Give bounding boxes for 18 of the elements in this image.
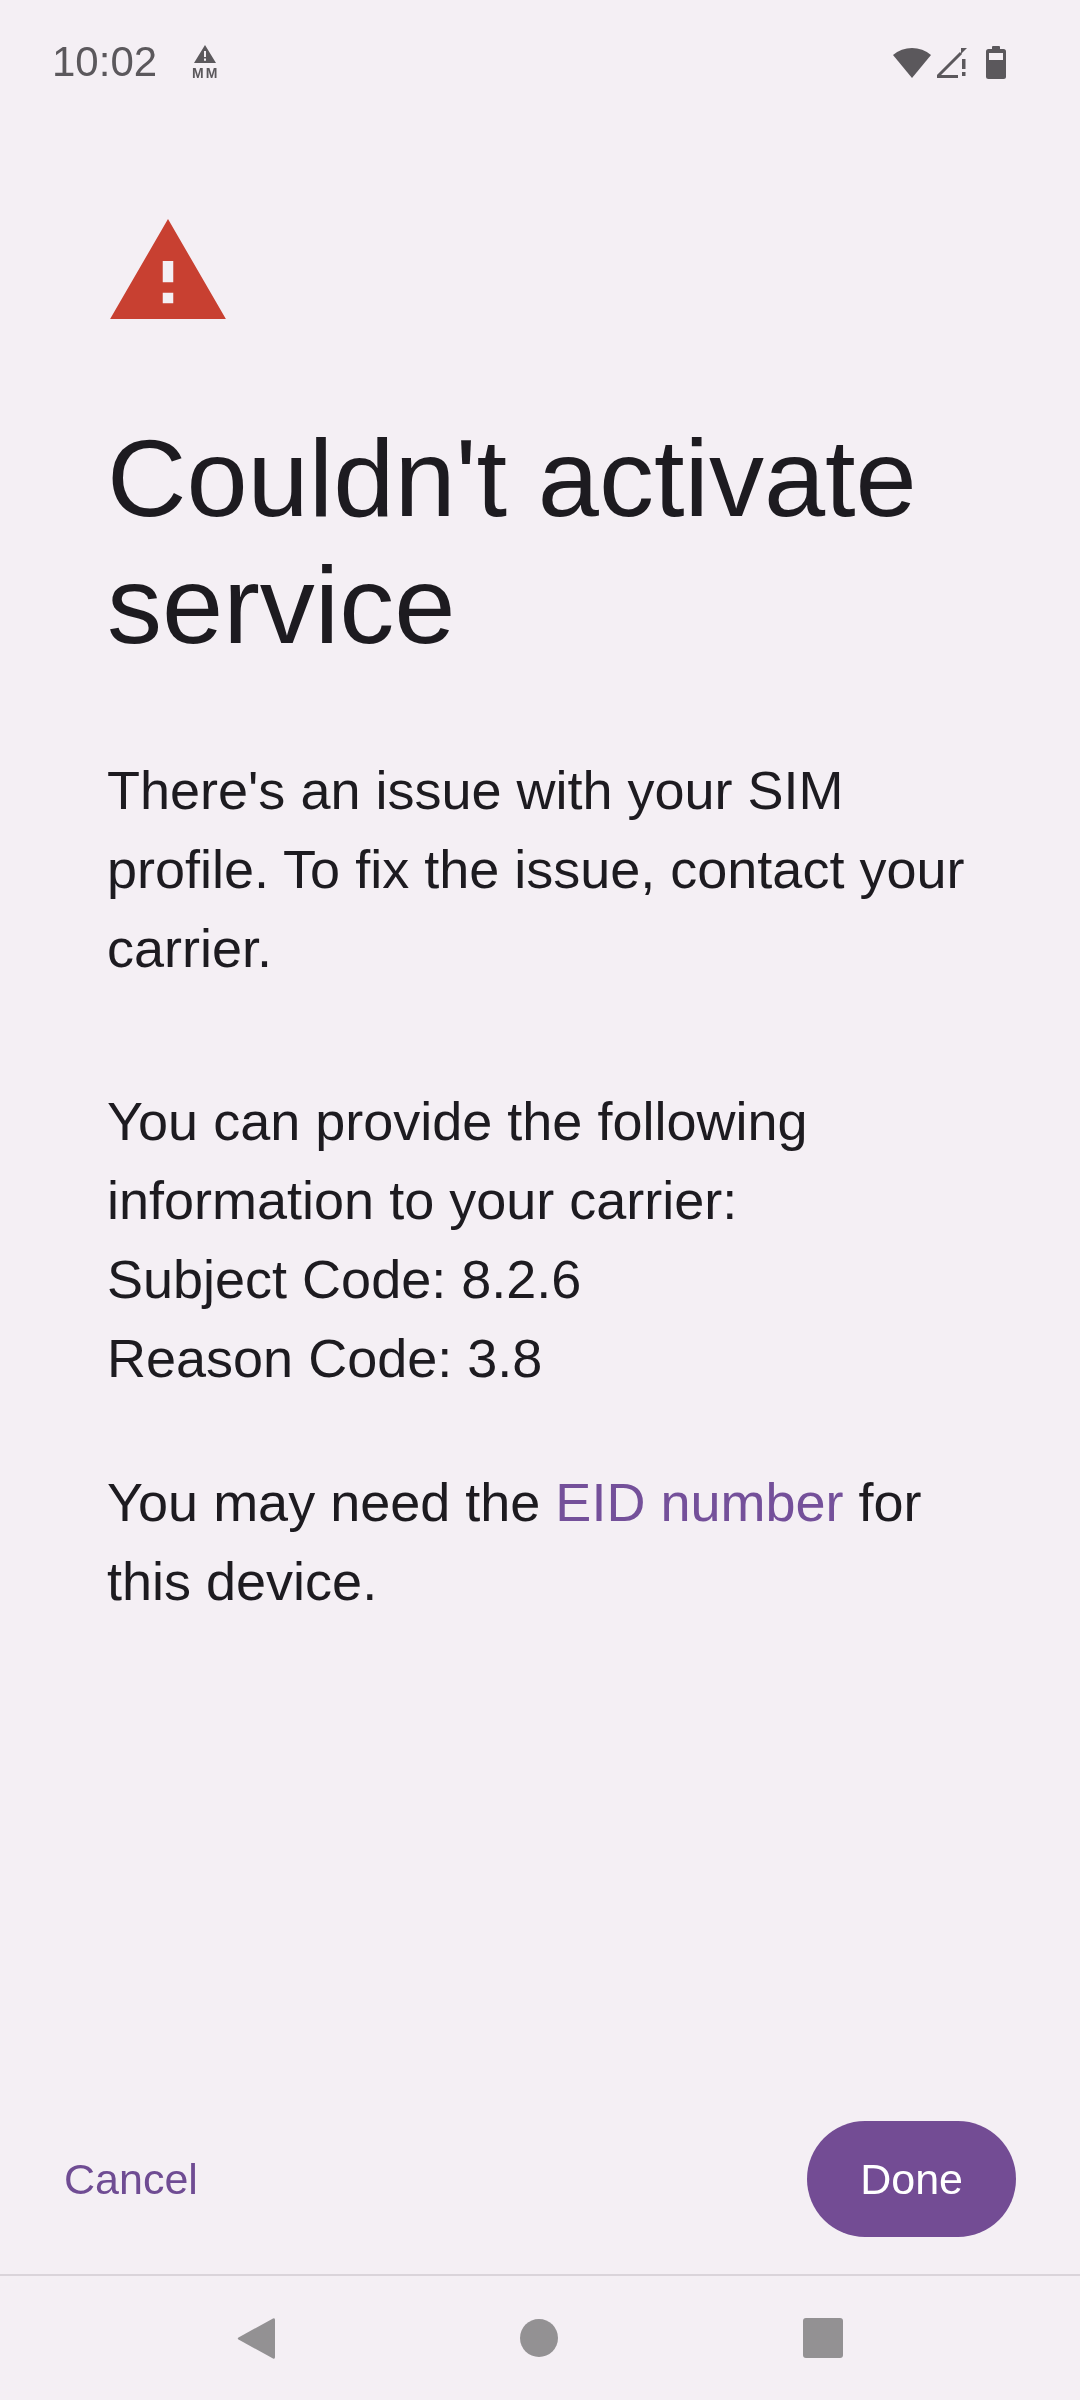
warning-icon [110, 219, 226, 319]
notification-label: MM [191, 65, 220, 80]
battery-icon [986, 45, 1006, 79]
issue-text: There's an issue with your SIM profile. To fix the issue, contact your carrier. [107, 759, 966, 980]
done-button[interactable]: Done [807, 2121, 1016, 2237]
cancel-button[interactable]: Cancel [48, 2137, 214, 2221]
eid-link[interactable]: EID number [555, 1472, 844, 1532]
code-text: Reason Code: 3.8 [107, 1327, 544, 1390]
status-time: 10:02 [52, 41, 158, 83]
warning-icon [193, 44, 216, 63]
back-icon[interactable] [237, 2316, 275, 2360]
page-title: Couldn't activate service [107, 415, 918, 668]
signal-icon [934, 46, 968, 78]
info-text: You can provide the following information to your carrier: [107, 1090, 809, 1232]
wifi-icon [892, 46, 932, 78]
home-icon[interactable] [520, 2319, 558, 2357]
code-text: Subject Code: 8.2.6 [107, 1248, 583, 1311]
eid-note-text: You may need the EID number for this device. [107, 1471, 923, 1613]
